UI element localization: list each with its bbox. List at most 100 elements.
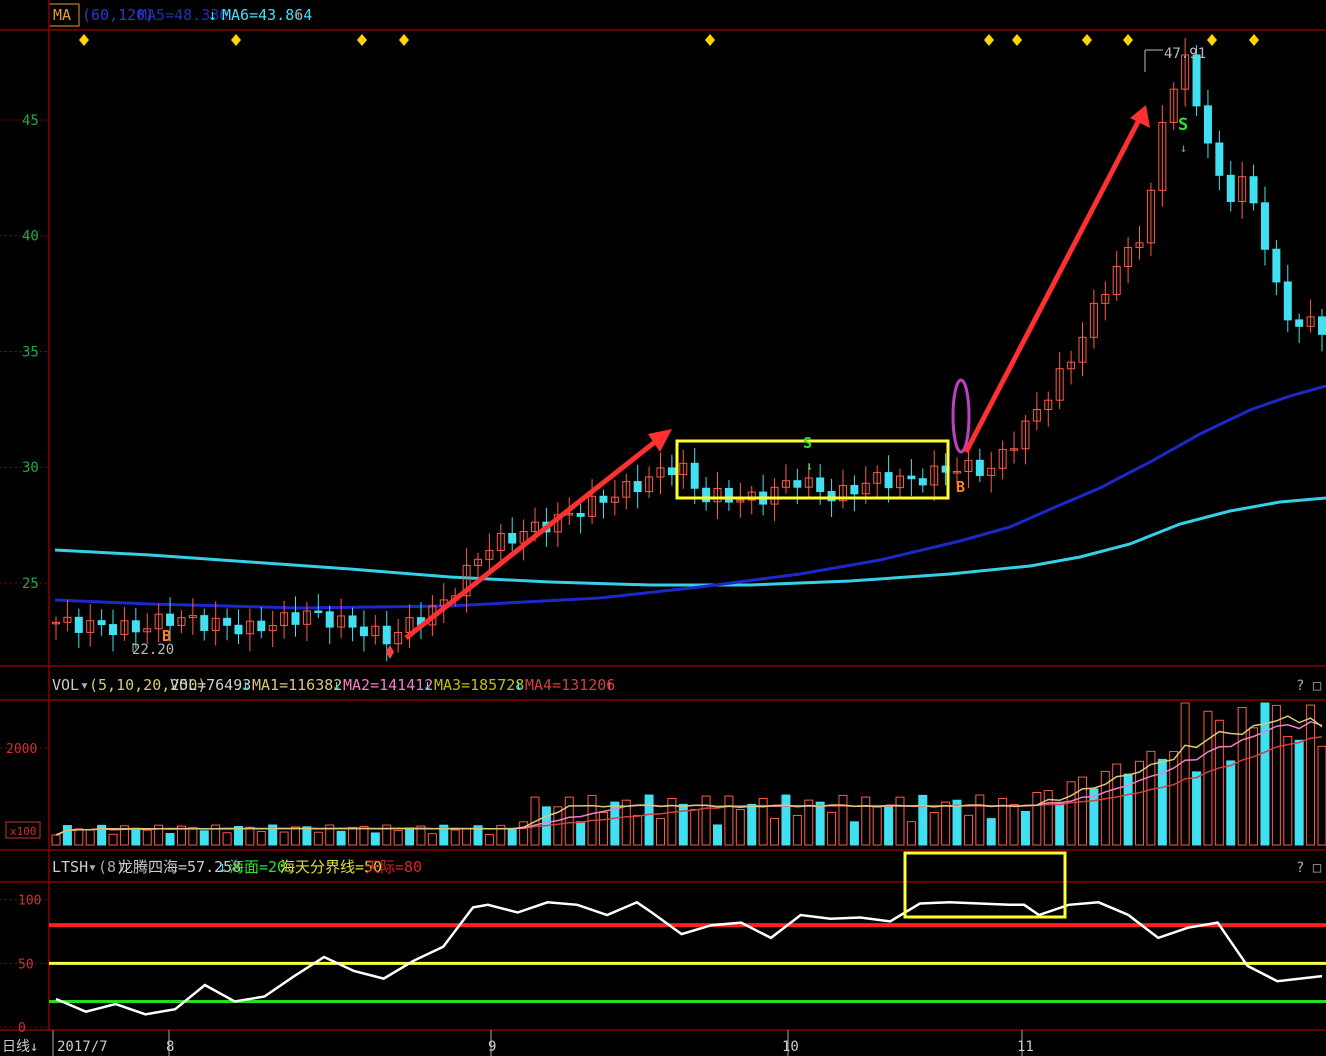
vol-ma2: MA2=141412	[343, 676, 433, 694]
candle-body	[109, 624, 118, 636]
candle-body	[690, 462, 699, 489]
candle-body	[975, 459, 984, 476]
candle-body	[1215, 142, 1224, 176]
volume-bar	[165, 833, 175, 846]
vol-ma1: MA1=116382	[252, 676, 342, 694]
candle-body	[508, 532, 517, 544]
vol-value: VOL=76493	[170, 676, 251, 694]
volume-bar	[576, 821, 586, 846]
volume-bar	[781, 794, 791, 846]
vol-ma4-trend-icon: ↑	[605, 676, 614, 694]
period-button[interactable]: 日线	[2, 1039, 30, 1055]
volume-bar	[1294, 739, 1304, 846]
ltsh-indicator-label[interactable]: LTSH	[52, 858, 88, 876]
vol-ma4: MA4=131206	[525, 676, 615, 694]
volume-bar	[1055, 801, 1065, 846]
candle-body	[1192, 54, 1201, 107]
candle-body	[314, 610, 323, 614]
chart-background	[0, 0, 1326, 1056]
ma-indicator-label[interactable]: MA	[53, 6, 71, 24]
candle-body	[599, 495, 608, 503]
volume-bar	[815, 801, 825, 846]
volume-bar	[644, 794, 654, 846]
volume-bar	[405, 827, 415, 846]
price-tick-45: 45	[22, 113, 39, 129]
volume-bar	[1192, 771, 1202, 846]
ltsh-sky: 天际=80	[365, 858, 422, 876]
candle-body	[223, 617, 232, 626]
vol-ma2-trend-icon: ↓	[423, 676, 432, 694]
buy-signal-2: B	[956, 478, 965, 496]
ltsh-tick-50: 50	[18, 957, 34, 972]
candle-body	[884, 472, 893, 489]
candle-body	[1260, 202, 1269, 250]
volume-bar	[370, 832, 380, 846]
candle-body	[291, 612, 300, 625]
ltsh-panel-icons[interactable]: ? □ ×	[1296, 860, 1326, 876]
vol-ma1-trend-icon: ↓	[332, 676, 341, 694]
ltsh-dropdown-icon[interactable]: ▾	[88, 858, 97, 876]
sell-signal-2-arrow: ↓	[1180, 141, 1187, 155]
period-dropdown-icon[interactable]: ↓	[30, 1039, 38, 1055]
price-tick-35: 35	[22, 344, 39, 360]
volume-bar	[1020, 810, 1030, 846]
candle-body	[816, 477, 825, 493]
vol-trend-icon: ↓	[241, 676, 250, 694]
price-tick-25: 25	[22, 576, 39, 592]
candle-body	[1295, 319, 1304, 327]
candle-body	[576, 513, 585, 517]
candle-body	[97, 620, 106, 626]
ma6-trend-icon: ↑	[294, 6, 303, 24]
candle-body	[382, 625, 391, 645]
volume-bar	[884, 806, 894, 846]
sell-signal-1-arrow: ↓	[806, 459, 813, 473]
ltsh-tick-0: 0	[18, 1021, 26, 1036]
candle-body	[131, 620, 140, 633]
ltsh-sea: 海面=20	[229, 858, 286, 876]
candle-body	[348, 615, 357, 628]
vol-indicator-label[interactable]: VOL	[52, 676, 79, 694]
time-label-aug: 8	[166, 1039, 174, 1055]
vol-panel-icons[interactable]: ? □ ×	[1296, 678, 1326, 694]
vol-tick-2000: 2000	[6, 742, 37, 757]
vol-ma3: MA3=185728	[434, 676, 524, 694]
candle-body	[850, 484, 859, 495]
buy-signal-1: B	[162, 627, 171, 645]
volume-bar	[131, 827, 141, 846]
candle-body	[724, 487, 733, 503]
candle-body	[325, 611, 334, 628]
volume-bar	[336, 830, 346, 846]
candle-body	[907, 475, 916, 480]
vol-dropdown-icon[interactable]: ▾	[80, 676, 89, 694]
candle-body	[1226, 174, 1235, 202]
candle-body	[918, 478, 927, 486]
candle-body	[257, 620, 266, 632]
vol-ma3-trend-icon: ↓	[514, 676, 523, 694]
ltsh-tick-100: 100	[18, 894, 41, 909]
candle-body	[166, 613, 175, 626]
volume-bar	[507, 828, 517, 846]
candle-body	[1283, 281, 1292, 321]
time-label-jul: 2017/7	[57, 1039, 108, 1055]
sell-signal-1: S	[803, 434, 812, 452]
high-price-label: 47.91	[1164, 46, 1206, 62]
volume-bar	[62, 825, 72, 846]
ma5-trend-icon: ↓	[208, 6, 217, 24]
volume-bar	[918, 794, 928, 846]
candle-body	[1272, 248, 1281, 283]
candle-body	[359, 626, 368, 637]
time-label-oct: 10	[782, 1039, 799, 1055]
stock-chart: MA (60,120) MA5=48.330 ↓ MA6=43.864 ↑ 25…	[0, 0, 1326, 1056]
candle-body	[1249, 176, 1258, 204]
ltsh-trend-icon: ↓	[218, 858, 227, 876]
candle-body	[234, 624, 243, 635]
ma-legend: MA (60,120) MA5=48.330 ↓ MA6=43.864 ↑	[48, 3, 312, 27]
candle-body	[633, 481, 642, 493]
volume-bar	[1226, 760, 1236, 846]
vol-unit-label: x100	[10, 825, 37, 838]
candle-body	[1318, 316, 1326, 335]
candle-body	[1203, 105, 1212, 144]
candle-body	[74, 616, 83, 633]
candle-body	[200, 615, 209, 631]
price-tick-30: 30	[22, 460, 39, 476]
